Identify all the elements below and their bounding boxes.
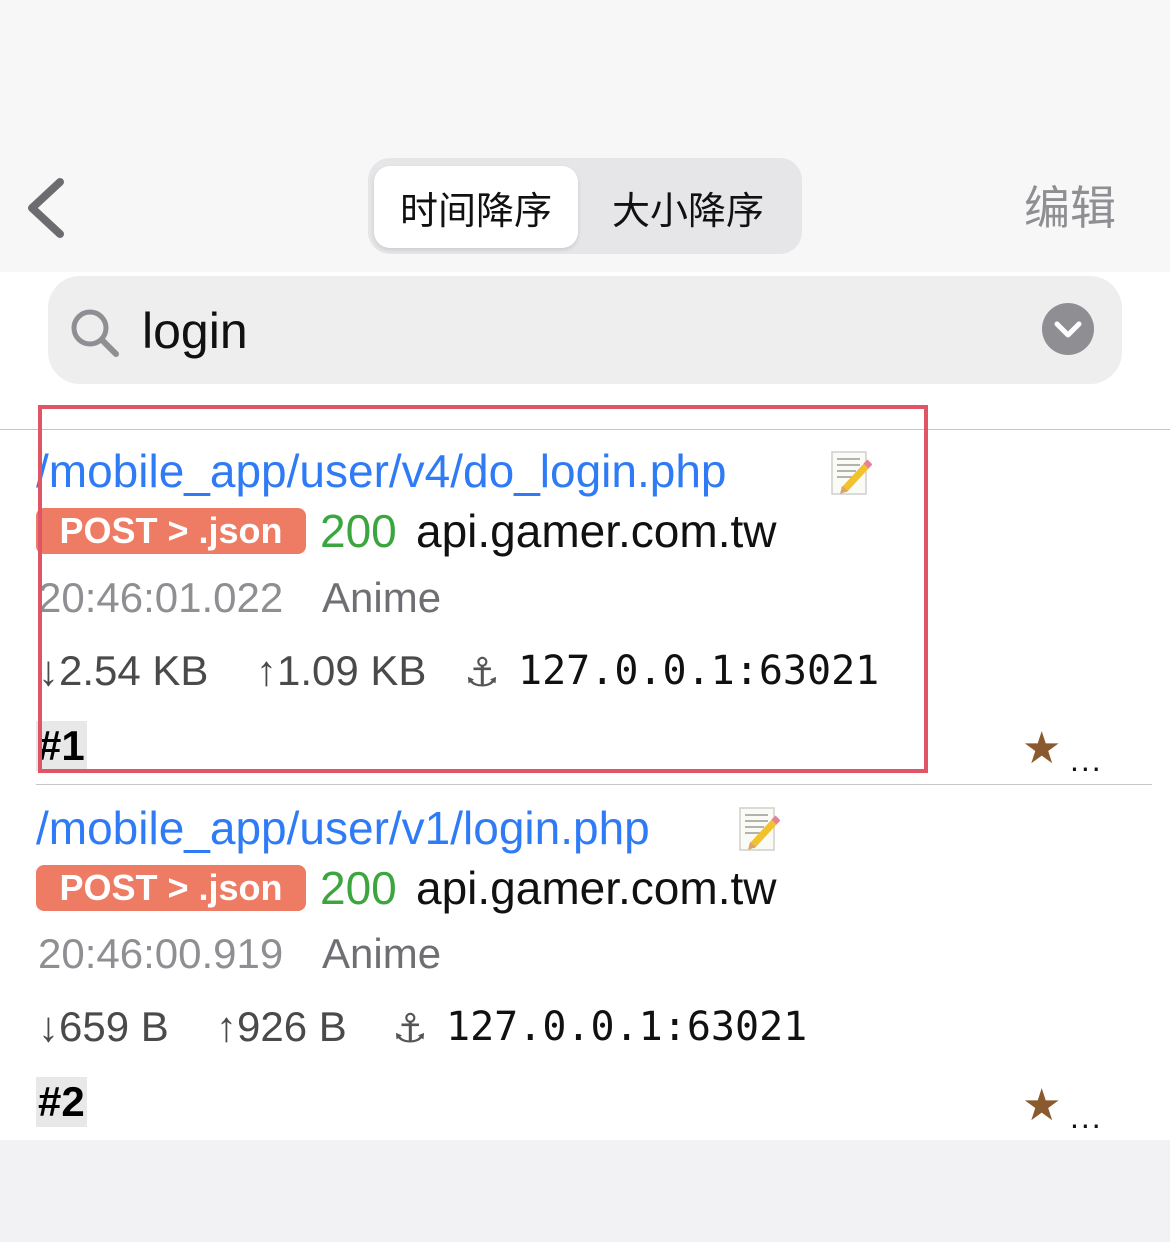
more-icon[interactable]: ...: [1070, 740, 1103, 780]
download-size: ↓2.54 KB: [38, 647, 209, 694]
status-code: 200: [320, 862, 397, 914]
request-time: 20:46:01.022: [38, 574, 284, 621]
chevron-down-icon: [1054, 321, 1082, 338]
request-index: #1: [36, 721, 87, 771]
search-icon: [71, 309, 119, 357]
segment-size-desc[interactable]: 大小降序: [586, 166, 790, 248]
request-app: Anime: [322, 574, 442, 621]
upload-size: ↑926 B: [216, 1003, 347, 1050]
status-code: 200: [320, 505, 397, 557]
remote-address: 127.0.0.1:63021: [446, 1004, 808, 1050]
download-size: ↓659 B: [38, 1003, 169, 1050]
chevron-left-icon: [28, 178, 64, 238]
request-app: Anime: [322, 930, 442, 977]
method-badge: POST > .json: [36, 865, 306, 911]
star-icon[interactable]: ★: [1022, 725, 1061, 773]
request-host: api.gamer.com.tw: [416, 862, 777, 914]
request-index: #2: [36, 1077, 87, 1127]
segment-time-desc[interactable]: 时间降序: [374, 166, 578, 248]
star-icon[interactable]: ★: [1022, 1082, 1061, 1130]
search-input[interactable]: login: [142, 300, 248, 362]
anchor-icon: ⚓: [392, 1007, 428, 1051]
request-path: /mobile_app/user/v4/do_login.php: [36, 445, 727, 497]
sort-segmented-control: 时间降序 大小降序: [368, 158, 802, 254]
anchor-icon: ⚓: [464, 651, 500, 695]
row-divider: [36, 784, 1152, 785]
search-options-button[interactable]: [1042, 303, 1094, 355]
method-badge: POST > .json: [36, 508, 306, 554]
more-icon[interactable]: ...: [1070, 1097, 1103, 1137]
remote-address: 127.0.0.1:63021: [518, 648, 880, 694]
edit-button[interactable]: 编辑: [1000, 176, 1140, 240]
back-button[interactable]: [22, 172, 78, 244]
upload-size: ↑1.09 KB: [256, 647, 427, 694]
request-host: api.gamer.com.tw: [416, 505, 777, 557]
memo-pencil-icon: [739, 807, 780, 851]
request-time: 20:46:00.919: [38, 930, 284, 977]
request-path: /mobile_app/user/v1/login.php: [36, 802, 650, 854]
memo-pencil-icon: [831, 451, 872, 495]
list-footer-area: [0, 1140, 1170, 1242]
